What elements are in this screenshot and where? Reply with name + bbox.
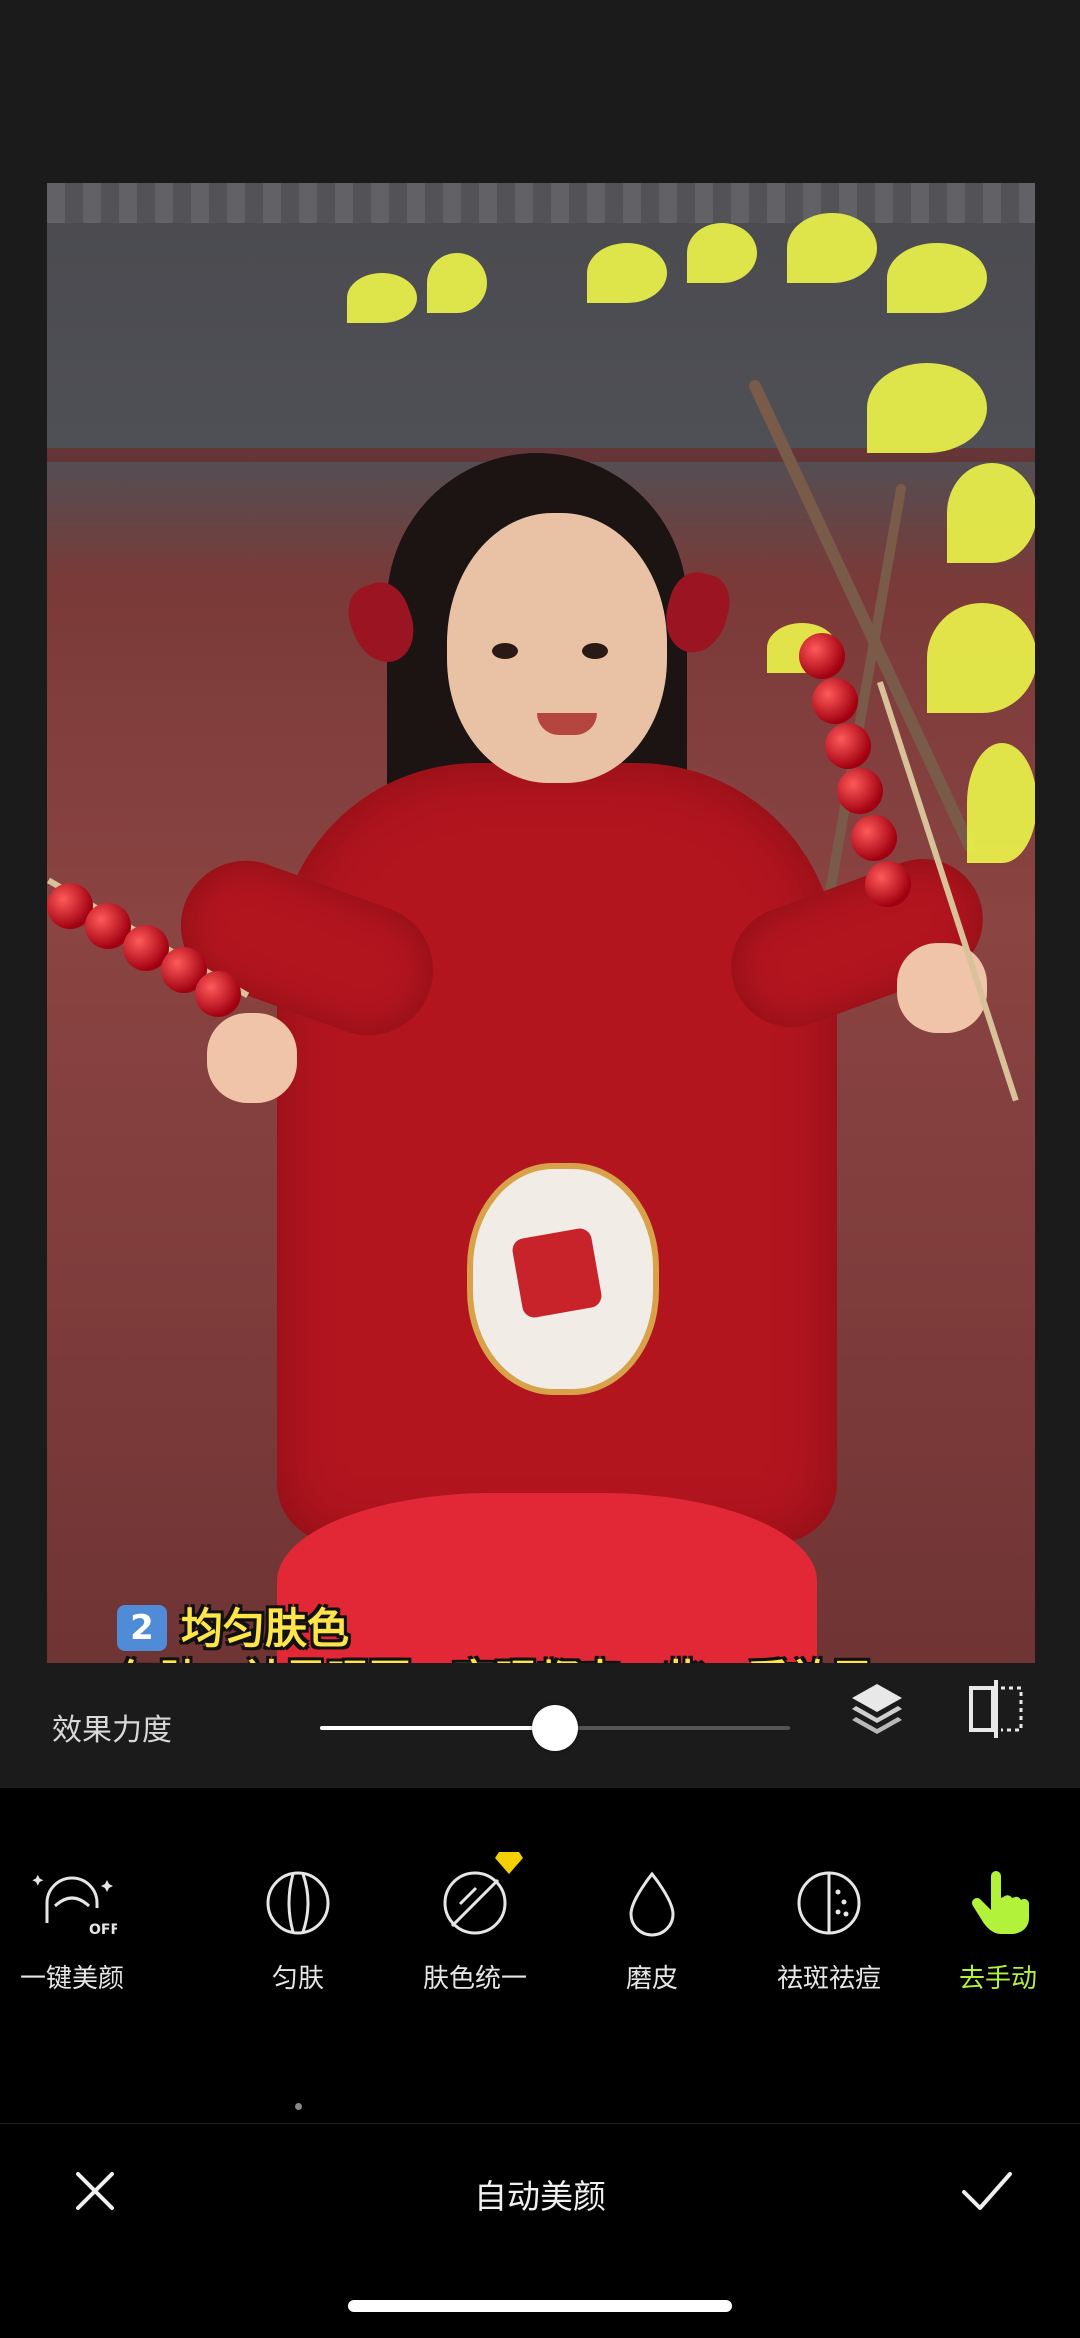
beauty-tools-toolbar: OFF 一键美颜 匀肤 肤色统一 磨皮 祛斑祛痘 去手动 <box>0 1788 1080 2123</box>
leaf <box>587 243 667 303</box>
step-number-badge: 2 <box>117 1605 167 1651</box>
eye <box>582 643 608 659</box>
tool-label: 一键美颜 <box>19 1964 124 1994</box>
tool-remove-blemish[interactable]: 祛斑祛痘 <box>749 1868 909 1995</box>
tool-one-click-beauty[interactable]: OFF 一键美颜 <box>0 1868 152 1995</box>
leaf <box>687 223 757 283</box>
svg-text:OFF: OFF <box>89 1922 117 1938</box>
circle-lines-icon <box>266 1871 330 1935</box>
tool-label: 匀肤 <box>271 1964 324 1994</box>
check-icon[interactable] <box>960 2168 1014 2214</box>
leaf <box>347 273 417 323</box>
child-face <box>447 513 667 783</box>
tool-skin-tone-unify[interactable]: 肤色统一 <box>395 1852 555 1995</box>
haw-berry <box>825 723 871 769</box>
photo-preview: 2 均匀肤色 匀肤、祛黑眼圈、亮眼都来一些，看效果 <box>47 183 1035 1663</box>
tool-label: 磨皮 <box>625 1964 678 1994</box>
leaf <box>927 603 1035 713</box>
leaf <box>867 363 987 453</box>
leaf <box>787 213 877 283</box>
premium-gem-icon <box>495 1852 523 1874</box>
hand-pointer-icon <box>972 1871 1029 1934</box>
circle-slash-icon <box>443 1871 507 1935</box>
haw-berry <box>865 861 911 907</box>
haw-berry <box>812 678 858 724</box>
roof-eaves <box>47 183 1035 223</box>
effect-strength-slider[interactable] <box>320 1705 790 1751</box>
leaf <box>427 253 487 313</box>
tool-label: 去手动 <box>958 1964 1037 1994</box>
face-beauty-off-icon: OFF <box>32 1874 117 1938</box>
tutorial-caption: 2 均匀肤色 匀肤、祛黑眼圈、亮眼都来一些，看效果 <box>117 1603 873 1663</box>
leaf <box>967 743 1035 863</box>
tool-label: 祛斑祛痘 <box>776 1964 881 1994</box>
haw-berry <box>195 971 241 1017</box>
effect-strength-label: 效果力度 <box>52 1713 172 1748</box>
eye <box>492 643 518 659</box>
caption-subtitle: 匀肤、祛黑眼圈、亮眼都来一些，看效果 <box>117 1655 873 1663</box>
caption-title: 均匀肤色 <box>181 1604 350 1653</box>
haw-berry <box>851 815 897 861</box>
drop-icon <box>629 1871 675 1937</box>
screen-title: 自动美颜 <box>474 2177 606 2216</box>
tool-manual[interactable]: 去手动 <box>918 1868 1078 1995</box>
leaf <box>947 463 1035 563</box>
tool-even-skin[interactable]: 匀肤 <box>218 1868 378 2110</box>
slider-knob[interactable] <box>532 1705 578 1751</box>
selected-indicator-dot <box>295 2103 302 2110</box>
slider-fill <box>320 1726 555 1730</box>
haw-berry <box>837 768 883 814</box>
home-indicator[interactable] <box>348 2300 732 2312</box>
circle-dots-icon <box>797 1871 861 1935</box>
effect-strength-row: 效果力度 <box>0 1663 1080 1788</box>
haw-berry <box>799 633 845 679</box>
tool-smooth-skin[interactable]: 磨皮 <box>572 1868 732 1995</box>
red-coat <box>277 763 837 1543</box>
right-hand <box>897 943 987 1033</box>
compare-icon[interactable] <box>965 1678 1027 1740</box>
tool-label: 肤色统一 <box>422 1964 527 1994</box>
layers-icon[interactable] <box>846 1678 908 1740</box>
left-hand <box>207 1013 297 1103</box>
leaf <box>887 243 987 313</box>
fu-embroidery <box>510 1226 604 1320</box>
